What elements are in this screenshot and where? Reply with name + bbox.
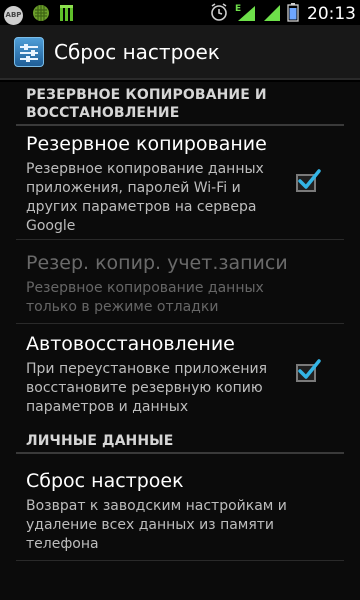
checkmark-icon: [298, 359, 321, 379]
settings-sliders-icon[interactable]: [14, 36, 44, 67]
section-divider: [16, 452, 344, 454]
pref-backup-account-summary: Резервное копирование данных только в ре…: [26, 280, 264, 315]
pref-backup-data-summary: Резервное копирование данных приложения,…: [26, 161, 264, 234]
pref-factory-reset[interactable]: Сброс настроек Возврат к заводским настр…: [26, 469, 346, 554]
clock: 20:13: [307, 4, 356, 24]
checkmark-icon: [298, 169, 321, 189]
section-divider: [16, 124, 344, 126]
pref-backup-data-title: Резервное копирование: [26, 133, 267, 155]
page-title: Сброс настроек: [54, 39, 220, 64]
section-header-personal-label: ЛИЧНЫЕ ДАННЫЕ: [26, 433, 174, 449]
row-divider: [16, 560, 344, 561]
section-header-backup-line1: РЕЗЕРВНОЕ КОПИРОВАНИЕ И: [26, 87, 267, 103]
signal-icon-2: [263, 2, 281, 26]
android-bug-icon: [31, 3, 51, 27]
battery-charging-icon: [59, 3, 77, 27]
adblock-plus-icon: ABP: [4, 5, 23, 25]
network-type-label: E: [235, 4, 241, 14]
pref-backup-account-title: Резер. копир. учет.записи: [26, 252, 288, 274]
status-bar: ABP E 20:13: [0, 0, 360, 25]
row-divider: [16, 239, 344, 240]
section-header-backup: РЕЗЕРВНОЕ КОПИРОВАНИЕ И ВОССТАНОВЛЕНИЕ: [26, 86, 326, 122]
alarm-icon: [209, 2, 229, 26]
pref-auto-restore-summary: При переустановке приложения восстановит…: [26, 361, 267, 415]
pref-factory-reset-title: Сброс настроек: [26, 470, 184, 492]
row-divider: [16, 323, 344, 324]
abp-label: ABP: [5, 11, 22, 19]
settings-list: РЕЗЕРВНОЕ КОПИРОВАНИЕ И ВОССТАНОВЛЕНИЕ Р…: [0, 82, 360, 600]
battery-icon: [287, 2, 299, 26]
backup-data-checkbox[interactable]: [294, 168, 321, 194]
auto-restore-checkbox[interactable]: [294, 358, 321, 384]
signal-icon-1: E: [235, 2, 257, 26]
pref-factory-reset-summary: Возврат к заводским настройкам и удалени…: [26, 498, 287, 552]
pref-backup-account: Резер. копир. учет.записи Резервное копи…: [26, 251, 346, 317]
section-header-personal: ЛИЧНЫЕ ДАННЫЕ: [26, 432, 326, 450]
section-header-backup-line2: ВОССТАНОВЛЕНИЕ: [26, 105, 180, 121]
action-bar: Сброс настроек: [0, 25, 360, 80]
pref-auto-restore-title: Автовосстановление: [26, 333, 235, 355]
